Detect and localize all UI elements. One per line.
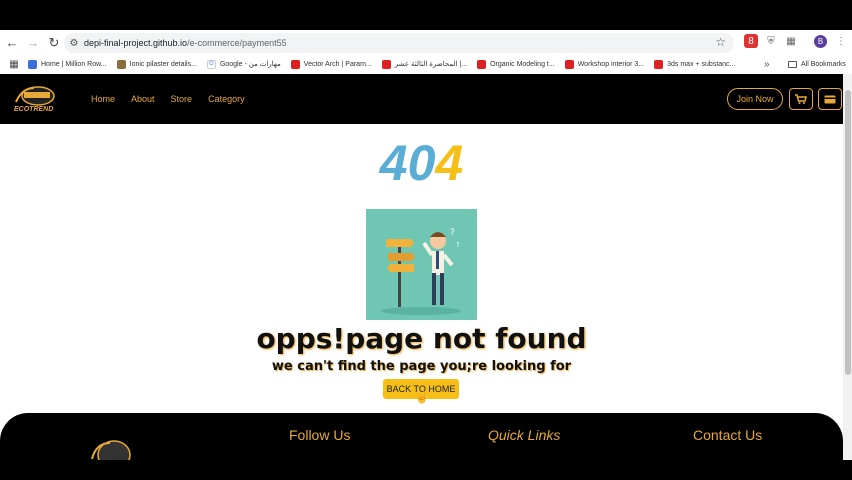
- bookmark-item[interactable]: Organic Modeling t...: [477, 57, 555, 71]
- site-navbar: ECOTREND Home About Store Category Join …: [0, 74, 843, 124]
- window-top-bar: [0, 0, 852, 30]
- menu-dots-icon[interactable]: ⋮: [834, 34, 848, 48]
- logo-text: ECOTREND: [14, 106, 54, 113]
- youtube-icon: [290, 59, 300, 69]
- apps-grid-icon[interactable]: ▦: [0, 54, 28, 74]
- footer-logo[interactable]: [88, 433, 138, 460]
- profile-avatar[interactable]: B: [814, 35, 827, 48]
- bookmark-item[interactable]: Home | Million Row...: [28, 57, 107, 71]
- bookmark-item[interactable]: Ionic pilaster details...: [116, 57, 197, 71]
- bookmark-label: 3ds max + substanc...: [667, 60, 736, 68]
- nav-home[interactable]: Home: [91, 94, 115, 104]
- bookmark-item[interactable]: G Google - مهارات من: [206, 57, 281, 71]
- nav-store[interactable]: Store: [171, 94, 193, 104]
- folder-icon: [788, 60, 797, 68]
- error-title: opps!page not found: [256, 322, 587, 355]
- svg-text:?: ?: [450, 228, 455, 238]
- bookmark-item[interactable]: Workshop interior 3...: [564, 57, 645, 71]
- browser-toolbar: ← → ↻ ⚙ depi-final-project.github.io/e-c…: [0, 30, 852, 55]
- shield-icon[interactable]: ⛨: [764, 34, 778, 48]
- forward-arrow-icon[interactable]: →: [23, 33, 43, 53]
- site-info-icon[interactable]: ⚙: [64, 38, 84, 49]
- bookmark-label: المحاضرة الثالثة عشر |...: [394, 61, 468, 68]
- google-icon: G: [206, 59, 216, 69]
- url-host: depi-final-project.github.io: [84, 38, 188, 48]
- bookmark-item[interactable]: المحاضرة الثالثة عشر |...: [381, 57, 468, 71]
- site-logo[interactable]: ECOTREND: [12, 82, 68, 116]
- svg-text:?: ?: [456, 241, 460, 249]
- nav-about[interactable]: About: [131, 94, 155, 104]
- footer-follow-us: Follow Us: [289, 427, 351, 443]
- bookmark-label: Workshop interior 3...: [577, 60, 645, 68]
- youtube-icon: [381, 59, 391, 69]
- bookmark-label: Ionic pilaster details...: [129, 60, 197, 68]
- footer-quick-links: Quick Links: [488, 427, 561, 443]
- bookmark-label: Home | Million Row...: [41, 60, 107, 68]
- site-menu: Home About Store Category: [91, 94, 245, 104]
- nav-category[interactable]: Category: [208, 94, 245, 104]
- all-bookmarks-label: All Bookmarks: [801, 60, 846, 68]
- reload-icon[interactable]: ↻: [44, 33, 64, 53]
- bookmark-star-icon[interactable]: ☆: [715, 35, 726, 49]
- web-page: ECOTREND Home About Store Category Join …: [0, 74, 843, 460]
- confused-man-illustration: ? ?: [366, 209, 477, 320]
- site-icon: [116, 59, 126, 69]
- card-icon: [824, 95, 836, 103]
- back-arrow-icon[interactable]: ←: [2, 33, 22, 53]
- error-digit-1: 4: [379, 135, 408, 191]
- error-subtitle: we can't find the page you;re looking fo…: [271, 359, 572, 374]
- youtube-icon: [477, 59, 487, 69]
- site-footer: Follow Us Quick Links Contact Us: [0, 413, 843, 460]
- url-path: /e-commerce/payment55: [187, 38, 287, 48]
- bookmark-item[interactable]: Vector Arch | Param...: [290, 57, 372, 71]
- youtube-icon: [564, 59, 574, 69]
- bookmarks-bar: ▦ Home | Million Row... Ionic pilaster de…: [0, 55, 852, 73]
- scrollbar-thumb[interactable]: [845, 90, 851, 375]
- address-bar[interactable]: ⚙ depi-final-project.github.io/e-commerc…: [64, 33, 734, 53]
- window-bottom-bar: [0, 460, 852, 480]
- bookmark-label: Organic Modeling t...: [490, 60, 555, 68]
- hand-cursor-icon: ☝: [415, 392, 429, 404]
- bookmark-label: Google - مهارات من: [219, 61, 281, 68]
- card-button[interactable]: [818, 88, 842, 110]
- error-code: 404: [0, 134, 843, 192]
- cart-icon: [795, 94, 807, 104]
- join-now-button[interactable]: Join Now: [727, 88, 783, 110]
- footer-contact-us: Contact Us: [693, 427, 763, 443]
- all-bookmarks-button[interactable]: All Bookmarks: [788, 60, 846, 68]
- bookmark-label: Vector Arch | Param...: [303, 60, 372, 68]
- error-digit-3: 4: [435, 135, 464, 191]
- extension-badge: 8: [748, 35, 754, 47]
- puzzle-icon[interactable]: ▦: [784, 34, 798, 48]
- youtube-icon: [654, 59, 664, 69]
- site-icon: [28, 59, 37, 69]
- browser-chrome: ← → ↻ ⚙ depi-final-project.github.io/e-c…: [0, 30, 852, 74]
- bookmark-list: Home | Million Row... Ionic pilaster deta…: [28, 57, 745, 71]
- more-bookmarks-icon[interactable]: »: [764, 59, 770, 70]
- cart-button[interactable]: [789, 88, 813, 110]
- extension-icon[interactable]: 8: [744, 34, 758, 48]
- error-digit-2: 0: [407, 135, 436, 191]
- bookmark-item[interactable]: 3ds max + substanc...: [654, 57, 735, 71]
